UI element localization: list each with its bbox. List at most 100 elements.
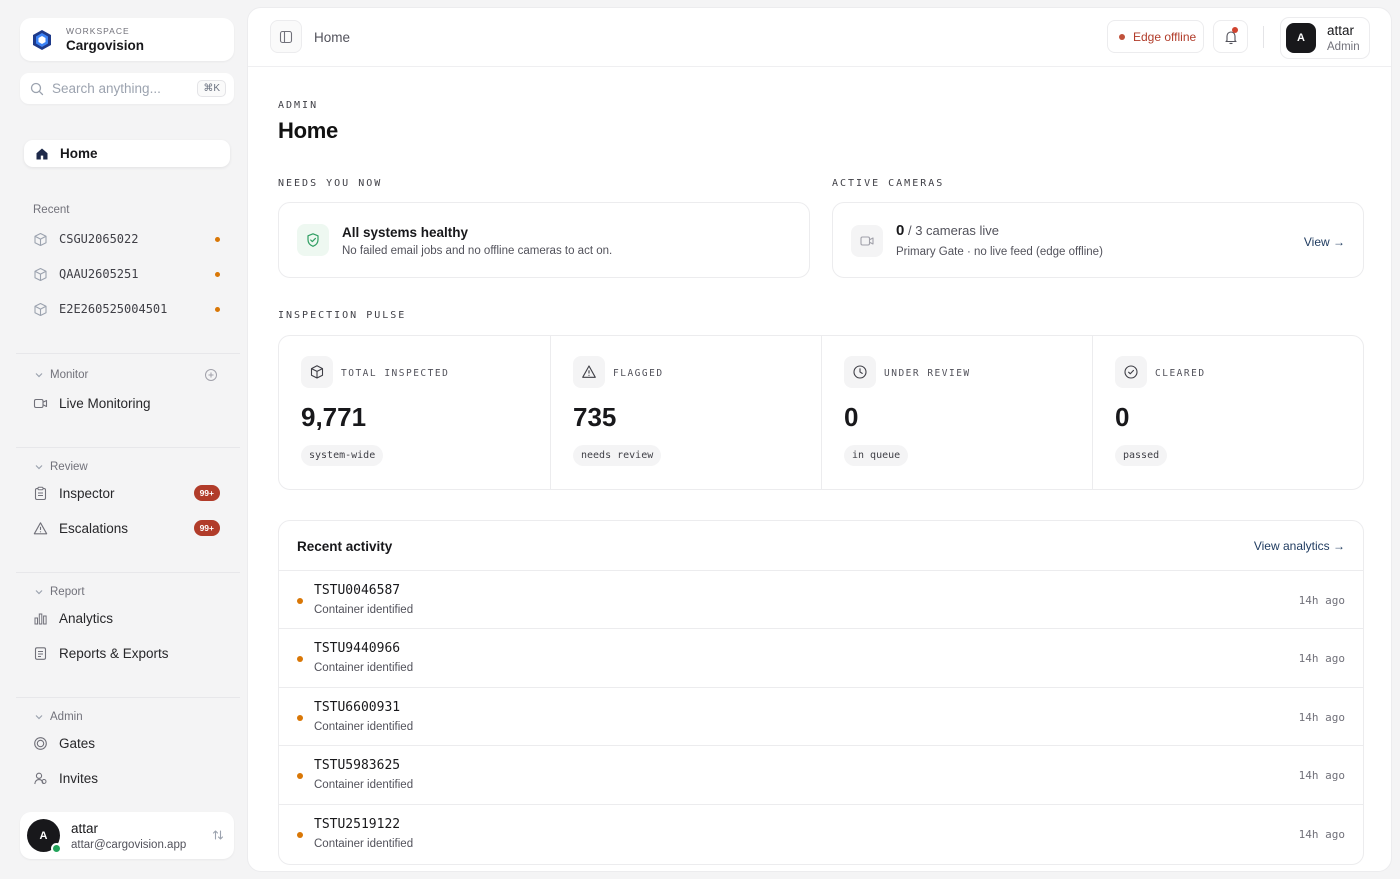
sidebar-item-label: Reports & Exports <box>59 645 169 661</box>
warning-icon <box>582 365 596 378</box>
stat-cleared[interactable]: CLEARED 0 passed <box>1093 336 1363 489</box>
search-bar[interactable]: ⌘K <box>20 73 234 104</box>
section-label-active-cameras: ACTIVE CAMERAS <box>832 178 945 189</box>
sidebar-item-label: Analytics <box>59 610 114 626</box>
container-id: TSTU5983625 <box>314 758 401 773</box>
activity-dot <box>297 715 303 721</box>
workspace-label: WORKSPACE <box>66 26 130 36</box>
container-id: TSTU0046587 <box>314 583 401 598</box>
sidebar-item-home[interactable]: Home <box>24 140 230 167</box>
workspace-name: Cargovision <box>66 38 145 53</box>
group-label: Review <box>50 461 88 473</box>
toggle-sidebar-button[interactable] <box>270 20 302 53</box>
activity-dot <box>297 832 303 838</box>
recent-section-label: Recent <box>33 204 70 216</box>
search-icon <box>30 82 44 95</box>
activity-row[interactable]: TSTU5983625 Container identified 14h ago <box>279 745 1363 803</box>
notification-dot <box>1232 27 1238 33</box>
group-toggle-report[interactable]: Report <box>34 586 220 598</box>
stat-chip: needs review <box>573 445 662 466</box>
shield-check-icon <box>307 233 319 247</box>
activity-dot <box>297 656 303 662</box>
activity-description: Container identified <box>314 662 414 674</box>
gate-icon <box>34 736 47 750</box>
recent-item[interactable]: E2E260525004501 <box>33 299 223 319</box>
group-toggle-monitor[interactable]: Monitor <box>34 369 220 381</box>
live-count: 0 <box>896 222 905 239</box>
active-cameras-card: 0 / 3 cameras live Primary Gate · no liv… <box>832 202 1364 278</box>
page-eyebrow: ADMIN <box>278 100 319 111</box>
stat-flagged[interactable]: FLAGGED 735 needs review <box>551 336 821 489</box>
inspection-pulse-card: TOTAL INSPECTED 9,771 system-wide FLAGGE… <box>278 335 1364 490</box>
user-menu[interactable]: A attar attar@cargovision.app <box>20 812 234 859</box>
activity-dot <box>297 598 303 604</box>
activity-row[interactable]: TSTU9440966 Container identified 14h ago <box>279 628 1363 686</box>
search-input[interactable] <box>52 81 198 96</box>
recent-item-label: E2E260525004501 <box>59 302 168 316</box>
avatar-initial: A <box>39 829 48 842</box>
stat-value: 9,771 <box>301 402 367 432</box>
container-id: TSTU2519122 <box>314 817 401 832</box>
warning-icon <box>33 521 48 534</box>
recent-item[interactable]: QAAU2605251 <box>33 264 223 284</box>
sidebar-item-reports-exports[interactable]: Reports & Exports <box>33 642 223 664</box>
sidebar-item-label: Live Monitoring <box>59 395 151 411</box>
group-toggle-review[interactable]: Review <box>34 461 220 473</box>
avatar-initial: A <box>1297 32 1305 44</box>
sidebar-divider <box>16 447 240 448</box>
video-icon <box>860 236 874 246</box>
account-menu[interactable]: A attar Admin <box>1280 17 1370 59</box>
notifications-button[interactable] <box>1213 20 1248 53</box>
activity-time: 14h ago <box>1298 652 1345 665</box>
box-icon <box>310 365 324 379</box>
system-health-card: All systems healthy No failed email jobs… <box>278 202 810 278</box>
breadcrumb: Home <box>314 30 351 45</box>
sidebar-item-gates[interactable]: Gates <box>33 732 223 754</box>
clock-icon <box>853 365 867 379</box>
section-label-needs-you-now: NEEDS YOU NOW <box>278 178 383 189</box>
stat-value: 0 <box>844 402 859 432</box>
video-icon <box>33 398 48 408</box>
stat-chip: in queue <box>844 445 909 466</box>
recent-item[interactable]: CSGU2065022 <box>33 229 223 249</box>
chevron-down-icon <box>35 465 43 470</box>
package-icon <box>34 267 47 281</box>
activity-time: 14h ago <box>1298 828 1345 841</box>
workspace-switcher[interactable]: WORKSPACE Cargovision <box>20 18 234 61</box>
status-dot <box>1119 33 1125 40</box>
add-circle-icon[interactable] <box>204 368 218 382</box>
view-cameras-link[interactable]: View → <box>1304 235 1345 249</box>
avatar: A <box>27 819 62 854</box>
avatar: A <box>1286 23 1316 53</box>
stat-under-review[interactable]: UNDER REVIEW 0 in queue <box>822 336 1092 489</box>
check-circle-icon <box>1124 365 1138 379</box>
stat-chip: system-wide <box>301 445 384 466</box>
sidebar-item-live-monitoring[interactable]: Live Monitoring <box>33 392 223 414</box>
sidebar-item-analytics[interactable]: Analytics <box>33 607 223 629</box>
panel-left-icon <box>279 30 293 43</box>
health-title: All systems healthy <box>342 225 469 240</box>
stat-total-inspected[interactable]: TOTAL INSPECTED 9,771 system-wide <box>279 336 550 489</box>
camera-icon-box <box>851 225 883 257</box>
container-id: TSTU6600931 <box>314 700 401 715</box>
home-icon <box>36 148 48 159</box>
swap-vertical-icon[interactable] <box>212 829 224 841</box>
edge-status-badge[interactable]: Edge offline <box>1107 20 1204 53</box>
sidebar-item-inspector[interactable]: Inspector 99+ <box>33 482 223 504</box>
container-id: TSTU9440966 <box>314 641 401 656</box>
group-toggle-admin[interactable]: Admin <box>34 711 220 723</box>
stat-icon-box <box>301 356 333 388</box>
user-name: attar <box>1327 23 1355 38</box>
feed-status: · no live feed (edge offline) <box>966 246 1103 258</box>
stat-value: 0 <box>1115 402 1130 432</box>
sidebar-item-invites[interactable]: Invites <box>33 767 223 789</box>
activity-row[interactable]: TSTU0046587 Container identified 14h ago <box>279 570 1363 628</box>
activity-row[interactable]: TSTU2519122 Container identified 14h ago <box>279 804 1363 862</box>
activity-row[interactable]: TSTU6600931 Container identified 14h ago <box>279 687 1363 745</box>
topbar: Home Edge offline A attar Admin <box>248 8 1391 67</box>
sidebar-item-escalations[interactable]: Escalations 99+ <box>33 517 223 539</box>
topbar-divider <box>1263 26 1264 48</box>
activity-description: Container identified <box>314 838 414 850</box>
activity-time: 14h ago <box>1298 711 1345 724</box>
view-analytics-link[interactable]: View analytics → <box>1254 539 1345 553</box>
